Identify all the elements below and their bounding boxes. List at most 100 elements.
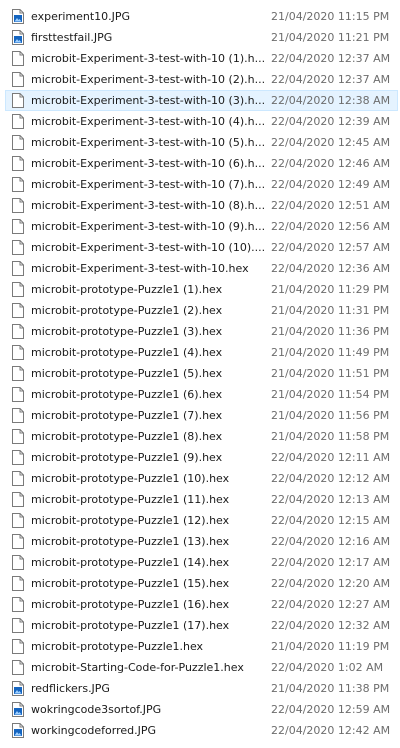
file-row[interactable]: microbit-prototype-Puzzle1 (15).hex 22/04… [5,573,398,594]
file-row[interactable]: microbit-prototype-Puzzle1 (9).hex 22/04/… [5,447,398,468]
file-name: microbit-Experiment-3-test-with-10 (9).h… [31,220,266,233]
file-row[interactable]: microbit-prototype-Puzzle1 (6).hex 21/04/… [5,384,398,405]
file-modified-date: 22/04/2020 12:36 AM [271,262,391,275]
file-row[interactable]: microbit-prototype-Puzzle1 (17).hex 22/04… [5,615,398,636]
file-row[interactable]: microbit-Experiment-3-test-with-10.hex 22… [5,258,398,279]
file-row[interactable]: microbit-prototype-Puzzle1 (13).hex 22/04… [5,531,398,552]
file-name: wokringcode3sortof.JPG [31,703,162,716]
file-modified-date: 22/04/2020 12:15 AM [271,514,391,527]
file-modified-date: 22/04/2020 12:13 AM [271,493,391,506]
document-file-icon [12,639,24,654]
document-file-icon [12,366,24,381]
image-file-icon [12,681,24,696]
file-name: experiment10.JPG [31,10,131,23]
file-name: microbit-prototype-Puzzle1 (4).hex [31,346,223,359]
image-file-icon [12,723,24,738]
document-file-icon [12,303,24,318]
document-file-icon [12,597,24,612]
file-row[interactable]: microbit-prototype-Puzzle1 (11).hex 22/04… [5,489,398,510]
file-name: microbit-Experiment-3-test-with-10 (6).h… [31,157,266,170]
file-modified-date: 22/04/2020 12:46 AM [271,157,391,170]
file-row[interactable]: microbit-prototype-Puzzle1 (5).hex 21/04/… [5,363,398,384]
document-file-icon [12,261,24,276]
file-row[interactable]: microbit-Experiment-3-test-with-10 (5).h… [5,132,398,153]
file-modified-date: 22/04/2020 12:38 AM [271,94,391,107]
document-file-icon [12,618,24,633]
document-file-icon [12,282,24,297]
file-row[interactable]: microbit-prototype-Puzzle1 (7).hex 21/04/… [5,405,398,426]
document-file-icon [12,177,24,192]
file-modified-date: 22/04/2020 12:27 AM [271,598,391,611]
file-row[interactable]: microbit-Experiment-3-test-with-10 (2).h… [5,69,398,90]
file-name: microbit-Experiment-3-test-with-10 (5).h… [31,136,266,149]
file-row[interactable]: microbit-Experiment-3-test-with-10 (7).h… [5,174,398,195]
file-name: microbit-prototype-Puzzle1 (16).hex [31,598,230,611]
document-file-icon [12,387,24,402]
file-row[interactable]: microbit-Experiment-3-test-with-10 (3).h… [5,90,398,111]
file-modified-date: 22/04/2020 12:32 AM [271,619,391,632]
file-name: microbit-Experiment-3-test-with-10 (8).h… [31,199,266,212]
file-name: redflickers.JPG [31,682,110,695]
document-file-icon [12,135,24,150]
file-modified-date: 22/04/2020 12:37 AM [271,52,391,65]
file-row[interactable]: microbit-prototype-Puzzle1.hex 21/04/2020… [5,636,398,657]
file-row[interactable]: microbit-Starting-Code-for-Puzzle1.hex 22… [5,657,398,678]
file-name: microbit-Experiment-3-test-with-10 (4).h… [31,115,266,128]
file-name: microbit-Starting-Code-for-Puzzle1.hex [31,661,244,674]
file-row[interactable]: microbit-prototype-Puzzle1 (3).hex 21/04/… [5,321,398,342]
file-modified-date: 22/04/2020 12:59 AM [271,703,391,716]
file-modified-date: 22/04/2020 12:49 AM [271,178,391,191]
file-row[interactable]: microbit-prototype-Puzzle1 (14).hex 22/04… [5,552,398,573]
file-name: microbit-prototype-Puzzle1 (12).hex [31,514,230,527]
file-row[interactable]: microbit-prototype-Puzzle1 (1).hex 21/04/… [5,279,398,300]
file-row[interactable]: microbit-Experiment-3-test-with-10 (6).h… [5,153,398,174]
document-file-icon [12,555,24,570]
file-row[interactable]: microbit-prototype-Puzzle1 (2).hex 21/04/… [5,300,398,321]
document-file-icon [12,156,24,171]
document-file-icon [12,492,24,507]
document-file-icon [12,345,24,360]
file-modified-date: 22/04/2020 12:17 AM [271,556,391,569]
file-name: microbit-prototype-Puzzle1 (13).hex [31,535,230,548]
file-modified-date: 21/04/2020 11:38 PM [271,682,390,695]
file-name: microbit-Experiment-3-test-with-10 (2).h… [31,73,266,86]
file-modified-date: 21/04/2020 11:58 PM [271,430,390,443]
file-name: microbit-Experiment-3-test-with-10 (7).h… [31,178,266,191]
document-file-icon [12,240,24,255]
file-row[interactable]: microbit-prototype-Puzzle1 (16).hex 22/04… [5,594,398,615]
file-modified-date: 22/04/2020 1:02 AM [271,661,384,674]
file-modified-date: 21/04/2020 11:51 PM [271,367,390,380]
file-name: microbit-prototype-Puzzle1 (6).hex [31,388,223,401]
document-file-icon [12,408,24,423]
file-row[interactable]: microbit-Experiment-3-test-with-10 (1).h… [5,48,398,69]
image-file-icon [12,30,24,45]
file-row[interactable]: redflickers.JPG 21/04/2020 11:38 PM [5,678,398,699]
file-name: microbit-Experiment-3-test-with-10 (3).h… [31,94,266,107]
file-modified-date: 22/04/2020 12:57 AM [271,241,391,254]
file-row[interactable]: microbit-Experiment-3-test-with-10 (10).… [5,237,398,258]
file-row[interactable]: microbit-prototype-Puzzle1 (12).hex 22/04… [5,510,398,531]
file-name: microbit-prototype-Puzzle1 (5).hex [31,367,223,380]
file-modified-date: 22/04/2020 12:39 AM [271,115,391,128]
document-file-icon [12,114,24,129]
file-row[interactable]: microbit-Experiment-3-test-with-10 (8).h… [5,195,398,216]
file-name: microbit-prototype-Puzzle1.hex [31,640,204,653]
file-name: microbit-Experiment-3-test-with-10 (1).h… [31,52,266,65]
file-row[interactable]: wokringcode3sortof.JPG 22/04/2020 12:59 A… [5,699,398,720]
file-row[interactable]: microbit-prototype-Puzzle1 (8).hex 21/04/… [5,426,398,447]
document-file-icon [12,93,24,108]
file-row[interactable]: microbit-prototype-Puzzle1 (4).hex 21/04/… [5,342,398,363]
file-row[interactable]: workingcodeforred.JPG 22/04/2020 12:42 AM [5,720,398,741]
file-row[interactable]: microbit-Experiment-3-test-with-10 (4).h… [5,111,398,132]
file-name: microbit-prototype-Puzzle1 (10).hex [31,472,230,485]
file-name: microbit-Experiment-3-test-with-10 (10).… [31,241,266,254]
document-file-icon [12,513,24,528]
file-row[interactable]: microbit-Experiment-3-test-with-10 (9).h… [5,216,398,237]
file-name: microbit-prototype-Puzzle1 (17).hex [31,619,230,632]
document-file-icon [12,450,24,465]
file-list: experiment10.JPG 21/04/2020 11:15 PM first… [0,6,400,741]
file-row[interactable]: firsttestfail.JPG 21/04/2020 11:21 PM [5,27,398,48]
file-row[interactable]: microbit-prototype-Puzzle1 (10).hex 22/04… [5,468,398,489]
file-modified-date: 22/04/2020 12:11 AM [271,451,391,464]
file-row[interactable]: experiment10.JPG 21/04/2020 11:15 PM [5,6,398,27]
